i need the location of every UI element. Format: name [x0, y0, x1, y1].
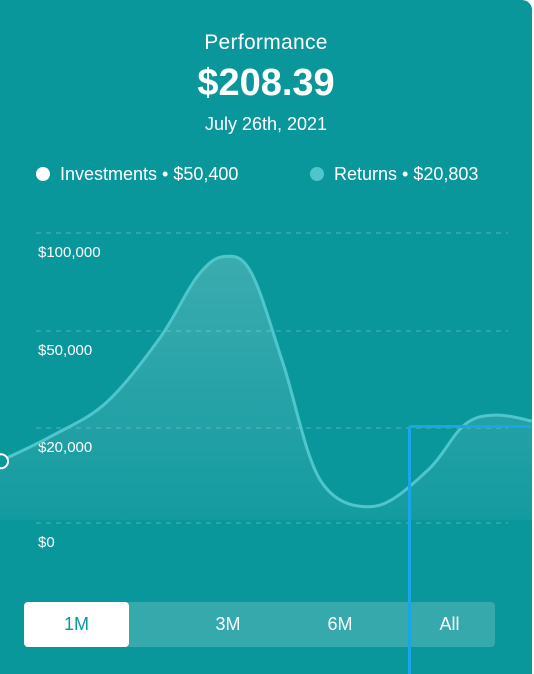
legend-returns-label: Returns: [334, 163, 398, 184]
returns-dot-icon: [310, 167, 324, 181]
investments-dot-icon: [36, 167, 50, 181]
chart-start-point[interactable]: [0, 453, 9, 470]
tab-6m[interactable]: 6M: [284, 602, 396, 647]
performance-date: July 26th, 2021: [204, 114, 328, 134]
y-tick-label: $0: [38, 534, 55, 551]
selection-outline: [408, 425, 532, 674]
legend-investments: Investments • $50,400: [36, 162, 238, 186]
legend-returns: Returns • $20,803: [310, 162, 478, 186]
y-tick-label: $20,000: [38, 439, 92, 456]
y-tick-label: $50,000: [38, 342, 92, 359]
legend-returns-value: $20,803: [413, 163, 479, 184]
tab-1m[interactable]: 1M: [24, 602, 129, 647]
y-tick-label: $100,000: [38, 244, 101, 261]
performance-amount: $208.39: [197, 62, 335, 104]
legend-investments-value: $50,400: [173, 163, 239, 184]
legend-separator: •: [162, 163, 169, 184]
legend-investments-label: Investments: [60, 163, 158, 184]
performance-card: Performance $208.39 July 26th, 2021 Inve…: [0, 0, 532, 674]
page-title: Performance: [204, 31, 328, 54]
tab-3m[interactable]: 3M: [172, 602, 284, 647]
legend-separator: •: [402, 163, 409, 184]
